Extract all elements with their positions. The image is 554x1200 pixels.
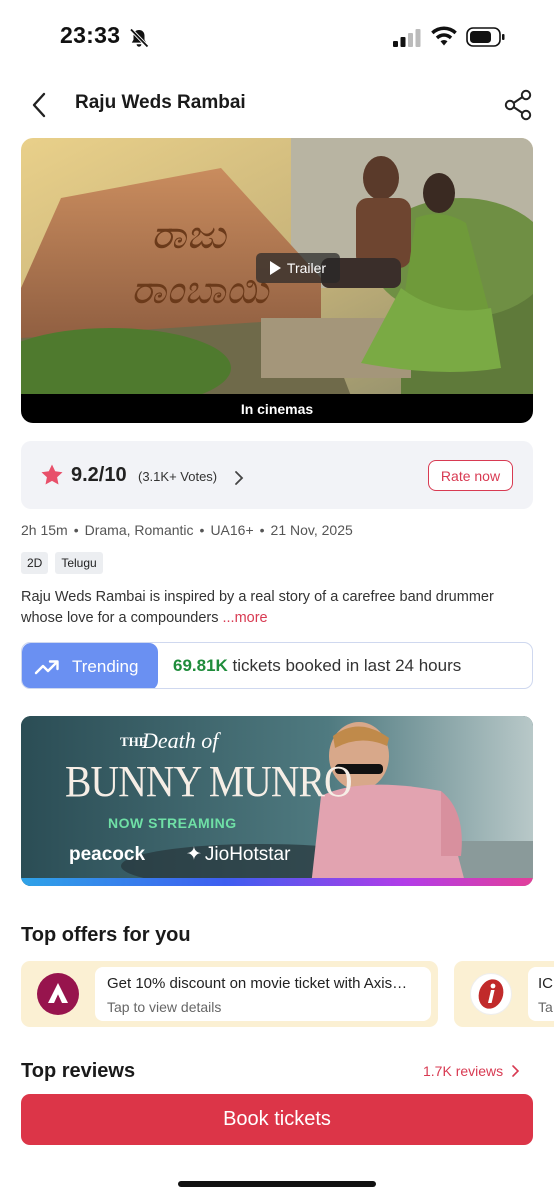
wifi-icon: [431, 26, 457, 46]
rating-score: 9.2/10: [71, 464, 127, 486]
icici-logo-icon: [478, 979, 504, 1009]
offer-title: Get 10% discount on movie ticket with Ax…: [107, 975, 408, 992]
genres: Drama, Romantic: [84, 522, 194, 538]
trending-text: 69.81K tickets booked in last 24 hours: [173, 656, 461, 676]
axis-bank-logo: [37, 973, 79, 1015]
tickets-text: tickets booked in last 24 hours: [227, 656, 462, 675]
votes-count: (3.1K+ Votes): [138, 469, 218, 484]
svg-text:ರಾಜು: ರಾಜು: [151, 212, 228, 257]
jiohotstar-logo: ✦ JioHotstar: [186, 843, 290, 866]
offer-card[interactable]: Get 10% discount on movie ticket with Ax…: [21, 961, 438, 1027]
bell-off-icon: [129, 28, 149, 48]
status-bar: 23:33: [0, 0, 554, 76]
format-tags: 2D Telugu: [21, 552, 103, 574]
offer-subtitle: Ta: [538, 999, 553, 1015]
svg-text:ರಾಂಬಾಯಿ: ರಾಂಬಾಯಿ: [131, 267, 270, 312]
ad-tagline: NOW STREAMING: [108, 815, 237, 831]
trending-label: Trending: [72, 656, 139, 676]
format-tag: 2D: [21, 552, 49, 574]
book-tickets-button[interactable]: Book tickets: [21, 1094, 533, 1145]
header: Raju Weds Rambai: [0, 80, 554, 130]
trailer-button[interactable]: Trailer: [256, 253, 340, 283]
rating-card[interactable]: 9.2/10 (3.1K+ Votes) Rate now: [21, 441, 533, 509]
ad-banner[interactable]: THE Death of BUNNY MUNRO NOW STREAMING p…: [21, 716, 533, 886]
reviews-count: 1.7K reviews: [423, 1063, 504, 1079]
back-button[interactable]: [26, 90, 52, 120]
status-time: 23:33: [60, 22, 121, 48]
offer-subtitle: Tap to view details: [107, 999, 222, 1015]
reviews-section-title: Top reviews: [21, 1060, 136, 1082]
chevron-left-icon: [32, 92, 46, 118]
chevron-right-icon: [512, 1065, 520, 1077]
home-indicator: [178, 1181, 376, 1187]
offer-card[interactable]: IC Ta: [454, 961, 554, 1027]
release-date: 21 Nov, 2025: [270, 522, 353, 538]
ad-subtitle: Death of: [142, 728, 219, 753]
trending-banner: Trending 69.81K tickets booked in last 2…: [21, 642, 533, 689]
battery-icon: [466, 27, 505, 47]
trending-badge: Trending: [22, 643, 158, 688]
tickets-count: 69.81K: [173, 656, 228, 675]
movie-poster[interactable]: ರಾಜು ರಾಂಬಾಯಿ Trailer In cinemas: [21, 138, 533, 423]
rate-now-button[interactable]: Rate now: [428, 460, 513, 491]
more-link[interactable]: ...more: [223, 610, 268, 626]
axis-logo-icon: [48, 983, 68, 1003]
duration: 2h 15m: [21, 522, 68, 538]
star-icon: [41, 464, 63, 485]
trending-up-icon: [34, 659, 59, 674]
offers-section-title: Top offers for you: [21, 924, 191, 946]
peacock-logo: peacock: [69, 844, 146, 865]
ad-title: BUNNY MUNRO: [65, 757, 353, 806]
language-tag: Telugu: [55, 552, 103, 574]
chevron-right-icon[interactable]: [233, 470, 245, 486]
page-title: Raju Weds Rambai: [75, 92, 246, 113]
offer-details: Get 10% discount on movie ticket with Ax…: [95, 967, 431, 1021]
jiohotstar-label: JioHotstar: [204, 843, 291, 865]
sparkle-icon: ✦: [186, 844, 202, 865]
certificate: UA16+: [210, 522, 254, 538]
ad-color-strip: [21, 878, 533, 886]
share-icon[interactable]: [502, 88, 534, 122]
offer-details: IC Ta: [528, 967, 554, 1021]
movie-meta: 2h 15m • Drama, Romantic • UA16+ • 21 Nov, 202…: [21, 522, 353, 538]
offer-title: IC: [538, 975, 553, 992]
bottom-bar: Book tickets: [0, 1082, 554, 1200]
icici-bank-logo: [470, 973, 512, 1015]
in-cinemas-strip: In cinemas: [21, 394, 533, 423]
signal-icon: [393, 29, 421, 47]
play-icon: [269, 261, 281, 275]
synopsis: Raju Weds Rambai is inspired by a real s…: [21, 587, 536, 629]
reviews-link[interactable]: 1.7K reviews: [423, 1063, 520, 1079]
trailer-label: Trailer: [286, 260, 327, 276]
